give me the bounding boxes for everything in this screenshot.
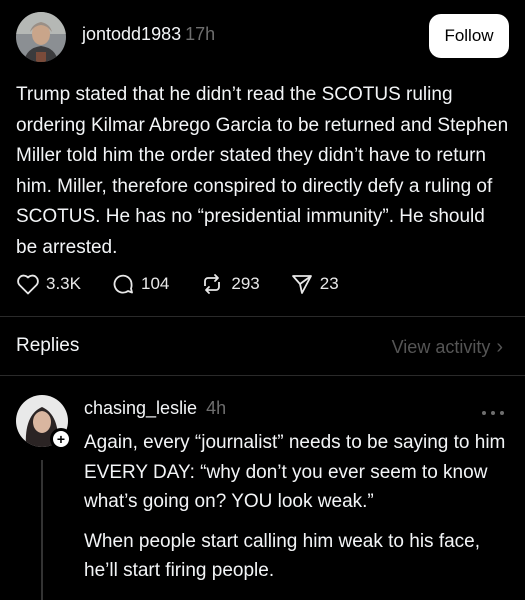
reply-username-text[interactable]: chasing_leslie [84,398,197,418]
reply-username[interactable]: chasing_leslie 4h [84,398,226,419]
follow-button[interactable]: Follow [429,14,509,58]
divider [0,316,525,317]
repost-icon [204,274,221,294]
share-count: 23 [319,274,339,293]
username-text[interactable]: jontodd1983 [82,24,181,44]
like-count: 3.3K [46,274,81,293]
like-button[interactable]: 3.3K [16,273,81,295]
comment-icon [113,274,133,294]
heart-icon [17,274,39,295]
share-button[interactable]: 23 [290,272,339,296]
thread-line [41,460,43,600]
comment-count: 104 [140,274,170,293]
post-username[interactable]: jontodd1983 17h [82,24,215,45]
reply-text: Again, every “journalist” needs to be sa… [84,428,514,586]
repost-button[interactable]: 293 [199,272,260,296]
more-icon[interactable] [481,404,505,422]
replies-heading: Replies [16,335,80,356]
post-timestamp: 17h [185,24,216,44]
thread-view: jontodd1983 17h Follow Trump stated that … [0,0,525,600]
view-activity-link[interactable]: View activity › [392,336,503,359]
post-header: jontodd1983 17h Follow [16,12,509,62]
avatar[interactable] [16,12,66,62]
divider [0,375,525,376]
reply-paragraph: When people start calling him weak to hi… [84,530,481,582]
comment-button[interactable]: 104 [111,272,169,296]
post-actions: 3.3K 104 293 23 [16,270,369,298]
reply-paragraph: Again, every “journalist” needs to be sa… [84,432,506,512]
follow-plus-icon[interactable]: + [50,428,72,450]
reply-timestamp: 4h [206,398,227,418]
view-activity-label[interactable]: View activity [392,337,491,358]
repost-count: 293 [231,274,260,293]
post-text: Trump stated that he didn’t read the SCO… [16,84,509,258]
send-icon [291,275,312,294]
chevron-right-icon: › [496,336,503,358]
